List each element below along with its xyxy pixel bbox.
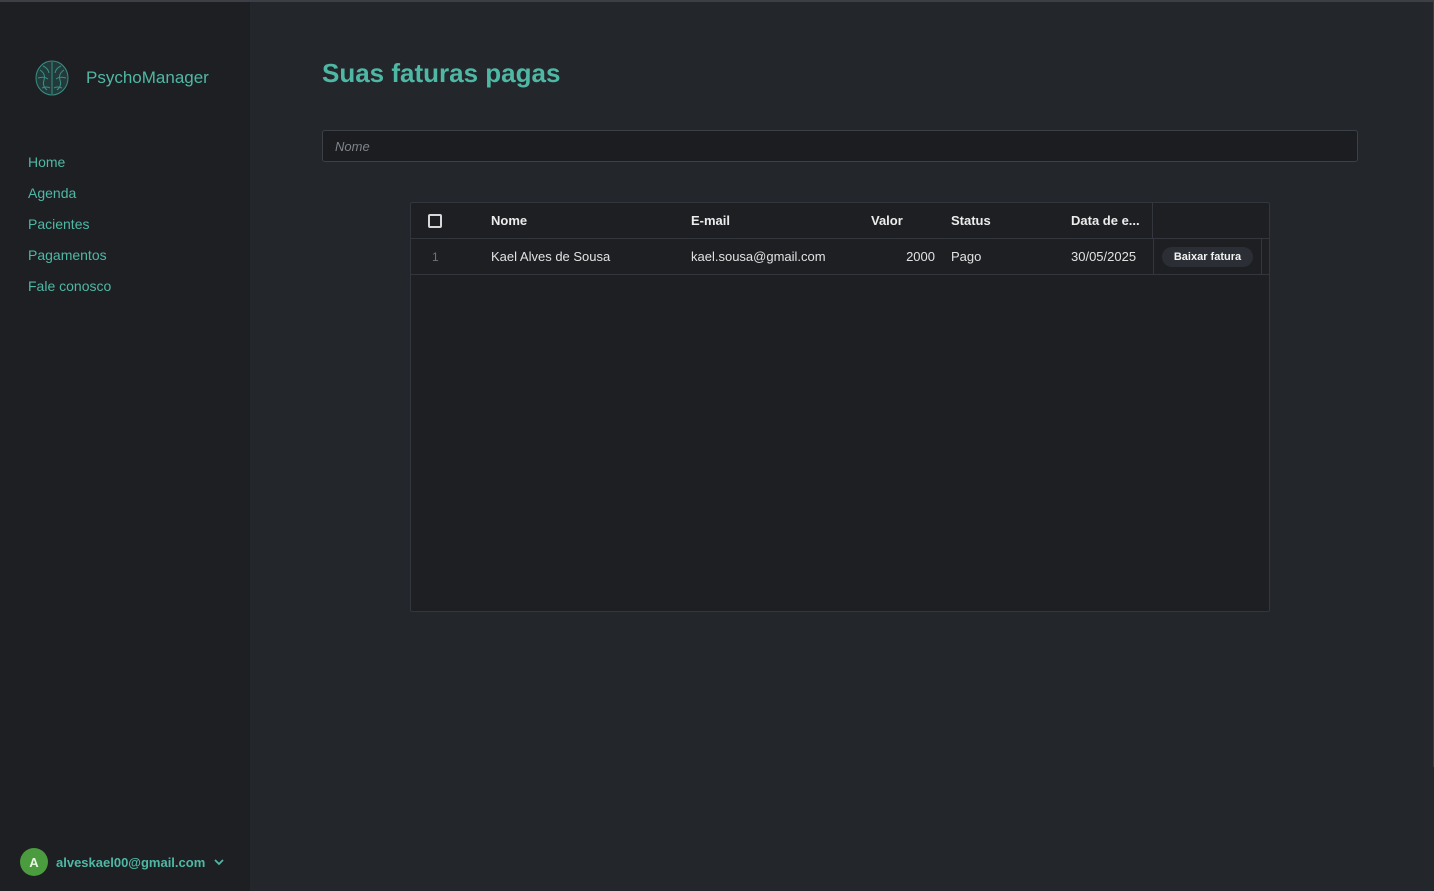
- column-header-nome[interactable]: Nome: [491, 203, 527, 239]
- sidebar-item-pacientes[interactable]: Pacientes: [28, 214, 111, 245]
- app-name: PsychoManager: [86, 68, 209, 87]
- sidebar-item-pagamentos[interactable]: Pagamentos: [28, 245, 111, 276]
- sidebar-item-home[interactable]: Home: [28, 152, 111, 183]
- user-menu[interactable]: A alveskael00@gmail.com: [20, 848, 225, 876]
- invoices-table: Nome E-mail Valor Status Data de e... 1 …: [410, 202, 1270, 612]
- column-divider: [1152, 203, 1153, 239]
- cell-email: kael.sousa@gmail.com: [691, 249, 826, 264]
- column-header-email[interactable]: E-mail: [691, 203, 730, 239]
- sidebar-item-agenda[interactable]: Agenda: [28, 183, 111, 214]
- column-header-status[interactable]: Status: [951, 203, 991, 239]
- sidebar: PsychoManager Home Agenda Pacientes Paga…: [0, 2, 250, 891]
- user-email: alveskael00@gmail.com: [56, 854, 206, 870]
- main-content: Suas faturas pagas Nome E-mail Valor Sta…: [250, 2, 1434, 891]
- cell-status: Pago: [951, 249, 982, 264]
- brand[interactable]: PsychoManager: [34, 58, 209, 98]
- sidebar-nav: Home Agenda Pacientes Pagamentos Fale co…: [28, 152, 111, 307]
- select-all-checkbox[interactable]: [428, 214, 442, 228]
- cell-data: 30/05/2025: [1071, 249, 1137, 264]
- page-title: Suas faturas pagas: [322, 58, 561, 88]
- column-header-valor[interactable]: Valor: [871, 203, 903, 239]
- table-header: Nome E-mail Valor Status Data de e...: [411, 203, 1269, 239]
- row-number: 1: [432, 250, 439, 264]
- chevron-down-icon[interactable]: [213, 856, 225, 868]
- cell-valor: 2000: [906, 249, 935, 264]
- cell-nome: Kael Alves de Sousa: [491, 249, 611, 264]
- table-row[interactable]: 1 Kael Alves de Sousa kael.sousa@gmail.c…: [411, 239, 1269, 275]
- download-invoice-button[interactable]: Baixar fatura: [1161, 247, 1254, 267]
- brain-icon: [35, 60, 69, 96]
- search-input[interactable]: [322, 130, 1358, 162]
- cell-action: Baixar fatura: [1153, 239, 1262, 275]
- avatar: A: [20, 848, 48, 876]
- sidebar-item-fale-conosco[interactable]: Fale conosco: [28, 276, 111, 307]
- column-header-data[interactable]: Data de e...: [1071, 203, 1140, 239]
